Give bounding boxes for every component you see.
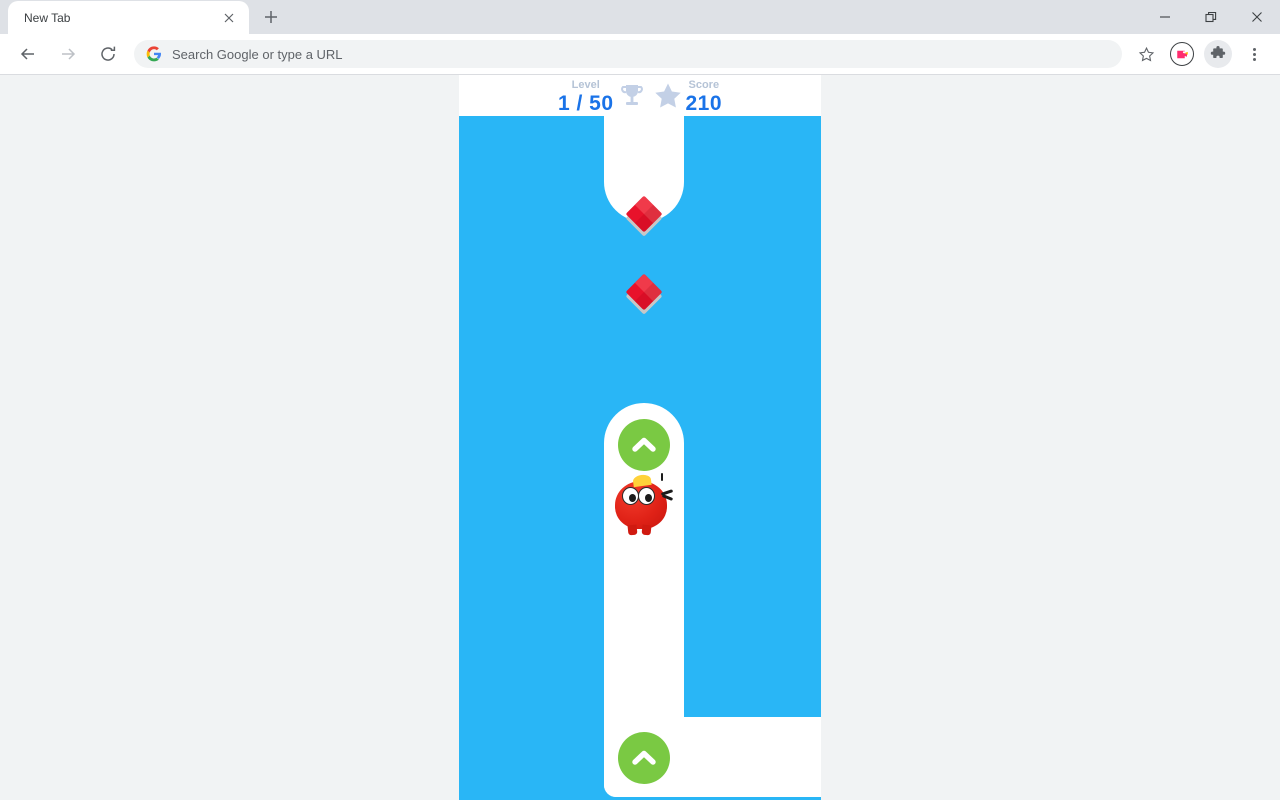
- game-hud: Level 1 / 50 Score 210: [459, 75, 821, 116]
- trophy-icon: [614, 78, 650, 114]
- chevron-up-icon: [629, 743, 659, 773]
- level-label: Level: [571, 78, 600, 91]
- gem-body: [625, 273, 663, 311]
- browser-toolbar: Search Google or type a URL: [0, 34, 1280, 75]
- extension-badge: [1170, 42, 1194, 66]
- level-indicator: Level 1 / 50: [557, 78, 614, 115]
- hud-score-group: Score 210: [650, 78, 723, 114]
- google-g-icon: [146, 46, 162, 62]
- tab-strip: New Tab: [0, 0, 1280, 34]
- jump-arrow-upper[interactable]: [618, 419, 670, 471]
- three-dot-menu-icon[interactable]: [1239, 39, 1269, 69]
- new-tab-button[interactable]: [257, 3, 285, 31]
- pink-extension-icon[interactable]: [1167, 39, 1197, 69]
- character-pupil-right: [645, 494, 652, 502]
- window-controls: [1142, 0, 1280, 33]
- score-value: 210: [685, 91, 723, 115]
- puzzle-piece-icon[interactable]: [1203, 39, 1233, 69]
- gem-collectible-2[interactable]: [625, 273, 663, 315]
- search-input[interactable]: Search Google or type a URL: [134, 40, 1122, 68]
- browser-window: New Tab Search Google or type a URL Leve…: [0, 0, 1280, 800]
- level-value: 1 / 50: [557, 91, 614, 115]
- character-pupil-left: [629, 494, 636, 502]
- star-icon[interactable]: [1131, 39, 1161, 69]
- forward-arrow-icon[interactable]: [52, 38, 84, 70]
- tab-title: New Tab: [24, 10, 71, 25]
- character-spark: [661, 473, 663, 481]
- maximize-icon[interactable]: [1188, 0, 1234, 33]
- close-icon[interactable]: [1234, 0, 1280, 33]
- game-canvas[interactable]: Level 1 / 50 Score 210: [459, 75, 821, 800]
- hud-level-group: Level 1 / 50: [558, 78, 650, 114]
- omnibox-placeholder: Search Google or type a URL: [172, 46, 343, 62]
- score-label: Score: [688, 78, 720, 91]
- star-icon: [650, 78, 686, 114]
- page-content: Level 1 / 50 Score 210: [0, 75, 1280, 800]
- character-eye-left: [622, 487, 639, 505]
- score-indicator: Score 210: [685, 78, 723, 115]
- extensions-button: [1204, 40, 1232, 68]
- character-eye-right: [638, 487, 655, 505]
- reload-icon[interactable]: [92, 38, 124, 70]
- tab-new-tab[interactable]: New Tab: [8, 1, 249, 34]
- back-arrow-icon[interactable]: [12, 38, 44, 70]
- minimize-icon[interactable]: [1142, 0, 1188, 33]
- chevron-up-icon: [629, 430, 659, 460]
- close-icon[interactable]: [219, 8, 239, 28]
- player-character[interactable]: [611, 473, 674, 536]
- character-leg-right: [641, 524, 652, 536]
- jump-arrow-lower[interactable]: [618, 732, 670, 784]
- menu-dots: [1252, 47, 1256, 61]
- character-leg-left: [627, 524, 638, 536]
